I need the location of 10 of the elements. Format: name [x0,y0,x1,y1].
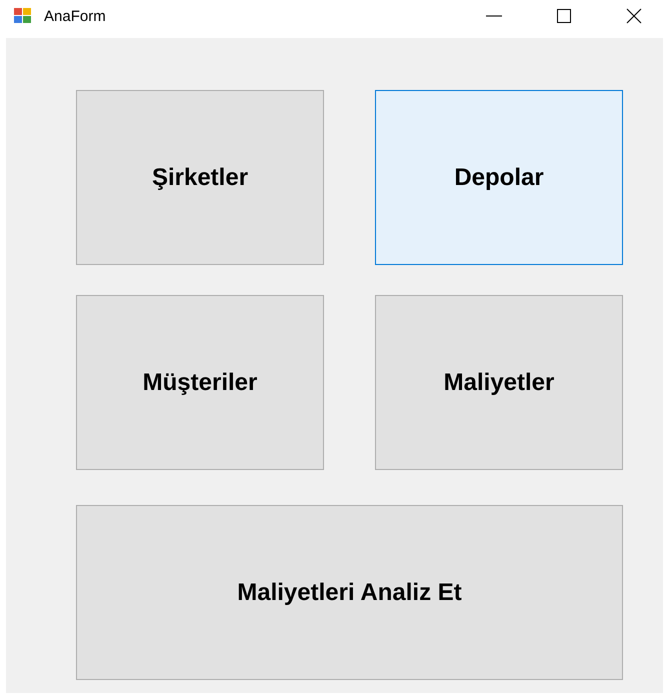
menu-button[interactable]: Maliyetler [375,295,623,470]
menu-button[interactable]: Maliyetleri Analiz Et [76,505,623,680]
minimize-icon [486,15,502,17]
window-title: AnaForm [44,8,107,24]
menu-button[interactable]: Şirketler [76,90,324,265]
maximize-icon [556,8,572,24]
close-icon [626,8,642,24]
app-icon [14,8,32,24]
menu-button[interactable]: Depolar [375,90,623,265]
menu-button[interactable]: Müşteriler [76,295,324,470]
